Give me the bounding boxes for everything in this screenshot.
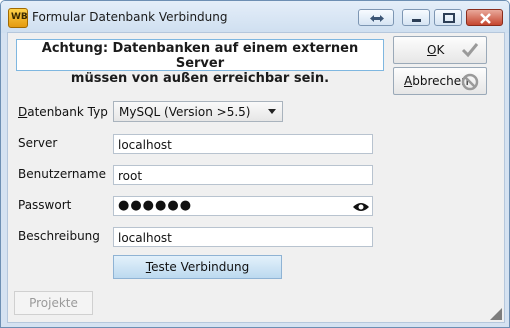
dialog-client-area: Achtung: Datenbanken auf einem externen … <box>7 32 505 323</box>
server-input[interactable]: localhost <box>113 134 373 154</box>
password-label: Passwort <box>18 198 72 212</box>
app-icon: WB <box>8 8 28 28</box>
prohibited-icon <box>461 73 479 91</box>
db-type-label: Datenbank Typ <box>18 105 108 119</box>
title-bar[interactable]: WB Formular Datenbank Verbindung <box>1 1 509 33</box>
cancel-mnemonic: A <box>404 74 413 88</box>
ok-label-rest: K <box>436 43 445 57</box>
warning-line-1: Achtung: Datenbanken auf einem externen … <box>41 41 359 71</box>
description-input[interactable]: localhost <box>113 227 373 247</box>
password-value: ●●●●●● <box>118 198 193 213</box>
test-connection-button[interactable]: Teste Verbindung <box>113 255 282 279</box>
maximize-icon <box>443 13 455 23</box>
dock-toggle-button[interactable] <box>358 9 394 26</box>
username-label: Benutzername <box>18 167 106 181</box>
maximize-button[interactable] <box>434 9 462 26</box>
window-title: Formular Datenbank Verbindung <box>32 10 228 24</box>
test-label-rest: este Verbindung <box>151 260 250 274</box>
description-label: Beschreibung <box>18 229 100 243</box>
ok-button[interactable]: OK <box>393 36 487 64</box>
app-icon-text: WB <box>11 12 28 22</box>
minimize-button[interactable] <box>402 9 430 26</box>
username-input[interactable]: root <box>113 165 373 185</box>
checkmark-icon <box>461 43 479 58</box>
server-label: Server <box>18 136 58 150</box>
warning-line-2: müssen von außen erreichbar sein. <box>70 71 330 86</box>
projects-button[interactable]: Projekte <box>14 291 93 315</box>
db-type-select[interactable]: MySQL (Version >5.5) <box>113 101 283 122</box>
double-arrow-icon <box>370 15 384 22</box>
db-type-value: MySQL (Version >5.5) <box>119 105 251 119</box>
ok-button-label: OK <box>427 43 444 57</box>
cancel-button-label: Abbrechen <box>404 74 469 88</box>
dialog-window: WB Formular Datenbank Verbindung Achtung… <box>0 0 510 328</box>
minimize-icon <box>412 19 421 22</box>
db-type-label-rest: atenbank Typ <box>27 105 108 119</box>
warning-banner: Achtung: Datenbanken auf einem externen … <box>16 39 384 86</box>
password-input[interactable]: ●●●●●● <box>113 196 373 216</box>
resize-grip-icon[interactable] <box>490 308 502 320</box>
db-type-mnemonic: D <box>18 105 28 119</box>
description-value: localhost <box>118 231 172 245</box>
close-button[interactable] <box>466 9 503 26</box>
username-value: root <box>118 169 143 183</box>
chevron-down-icon <box>268 109 276 114</box>
eye-icon[interactable] <box>352 201 370 213</box>
close-icon <box>480 13 491 24</box>
server-value: localhost <box>118 138 172 152</box>
cancel-button[interactable]: Abbrechen <box>393 67 487 95</box>
